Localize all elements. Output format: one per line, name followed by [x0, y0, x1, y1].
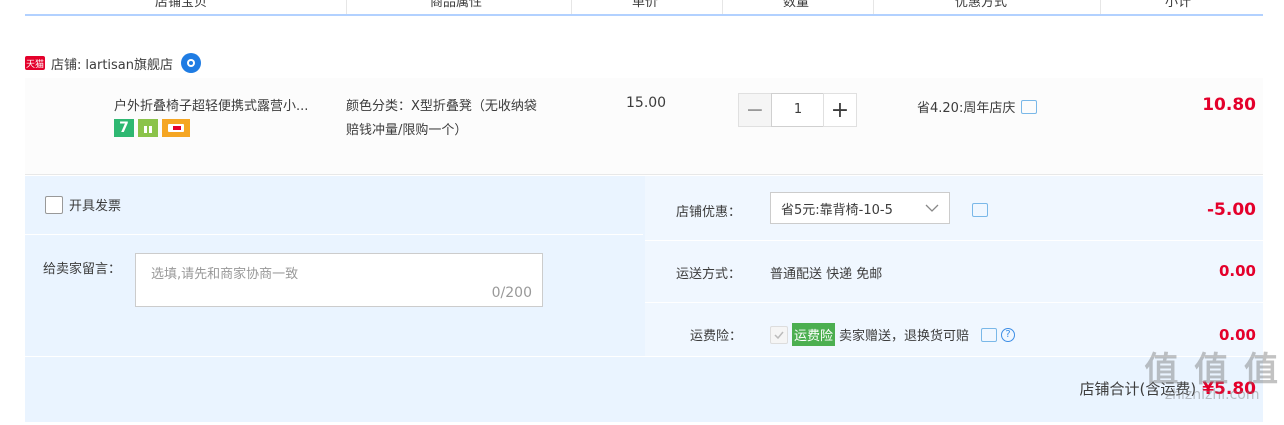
item-attribute: 颜色分类：X型折叠凳（无收纳袋 赔钱冲量/限购一个）: [346, 95, 576, 143]
insurance-badge: 运费险: [792, 323, 836, 346]
table-header: 店铺宝贝 商品属性 单价 数量 优惠方式 小计: [25, 0, 1263, 16]
header-divider: [873, 0, 874, 14]
tmall-icon: 天猫: [25, 56, 45, 70]
help-icon[interactable]: ?: [1001, 327, 1016, 342]
item-attribute-line: 颜色分类：X型折叠凳（无收纳袋: [346, 99, 537, 114]
insurance-text: 卖家赠送，退换货可赔: [839, 329, 970, 344]
header-col-attribute: 商品属性: [430, 0, 483, 10]
shop-discount-amount: -5.00: [1207, 200, 1256, 220]
shop-row: 天猫 店铺: lartisan旗舰店: [25, 52, 202, 74]
insurance-label: 运费险：: [690, 329, 743, 344]
buyer-options: 开具发票 给卖家留言： 选填,请先和商家协商一致 0/200: [25, 176, 643, 356]
item-subtotal: 10.80: [1202, 95, 1256, 115]
message-icon[interactable]: [1021, 99, 1038, 114]
order-options-panel: 开具发票 给卖家留言： 选填,请先和商家协商一致 0/200 店铺优惠： 省5元…: [25, 176, 1263, 422]
seven-day-return-icon: 7: [114, 119, 134, 137]
item-promo: 省4.20:周年店庆: [917, 97, 1038, 116]
chevron-down-icon: [925, 204, 939, 212]
seller-message-placeholder: 选填,请先和商家协商一致: [151, 267, 299, 282]
shipping-label: 运送方式：: [676, 267, 742, 282]
item-promo-text: 省4.20:周年店庆: [917, 101, 1016, 116]
credit-card-icon: [162, 119, 190, 137]
divider: [25, 234, 643, 235]
invoice-checkbox[interactable]: [45, 195, 63, 214]
shop-discount-label: 店铺优惠：: [676, 205, 742, 220]
shipping-amount: 0.00: [1218, 262, 1256, 280]
header-divider: [1100, 0, 1101, 14]
shop-discount-selected: 省5元:靠背椅-10-5: [781, 202, 893, 218]
watermark-logo: 值 值 值: [1144, 350, 1280, 390]
item-title-link[interactable]: 户外折叠椅子超轻便携式露营小...: [114, 95, 342, 114]
invoice-label: 开具发票: [69, 199, 122, 214]
quantity-decrement-button[interactable]: −: [738, 93, 772, 127]
wangwang-chat-icon[interactable]: [181, 53, 202, 73]
insurance-option: 运费险 卖家赠送，退换货可赔 ?: [770, 323, 1016, 346]
header-divider: [722, 0, 723, 14]
shop-name-link[interactable]: lartisan旗舰店: [85, 54, 173, 73]
seller-message-textarea[interactable]: 选填,请先和商家协商一致 0/200: [135, 253, 543, 307]
shop-label: 店铺:: [51, 57, 82, 73]
insurance-checkbox: [770, 325, 788, 344]
watermark: 值 值 值 zhizhizhi.com: [1144, 342, 1280, 403]
item-service-icons: 7: [114, 119, 190, 137]
item-price: 15.00: [626, 95, 667, 111]
header-col-item: 店铺宝贝: [155, 0, 208, 10]
message-icon[interactable]: [972, 203, 988, 217]
header-col-quantity: 数量: [783, 0, 810, 10]
message-icon[interactable]: [981, 327, 998, 342]
header-col-subtotal: 小计: [1165, 0, 1192, 10]
header-divider: [346, 0, 347, 14]
header-col-price: 单价: [632, 0, 659, 10]
message-label: 给卖家留言：: [43, 262, 122, 277]
quantity-increment-button[interactable]: +: [823, 93, 857, 127]
divider: [645, 302, 1263, 303]
invoice-option[interactable]: 开具发票: [45, 195, 121, 214]
quantity-input[interactable]: 1: [771, 93, 825, 127]
header-divider: [571, 0, 572, 14]
gift-icon: [138, 119, 158, 137]
message-char-counter: 0/200: [491, 285, 532, 301]
item-attribute-line: 赔钱冲量/限购一个）: [346, 123, 468, 138]
divider: [25, 356, 1263, 357]
shipping-method: 普通配送 快递 免邮: [770, 267, 883, 282]
cart-item-row: 户外折叠椅子超轻便携式露营小... 7 颜色分类：X型折叠凳（无收纳袋 赔钱冲量…: [25, 78, 1263, 175]
header-col-promo: 优惠方式: [955, 0, 1008, 10]
shop-discount-select[interactable]: 省5元:靠背椅-10-5: [770, 192, 950, 224]
divider: [645, 240, 1263, 241]
